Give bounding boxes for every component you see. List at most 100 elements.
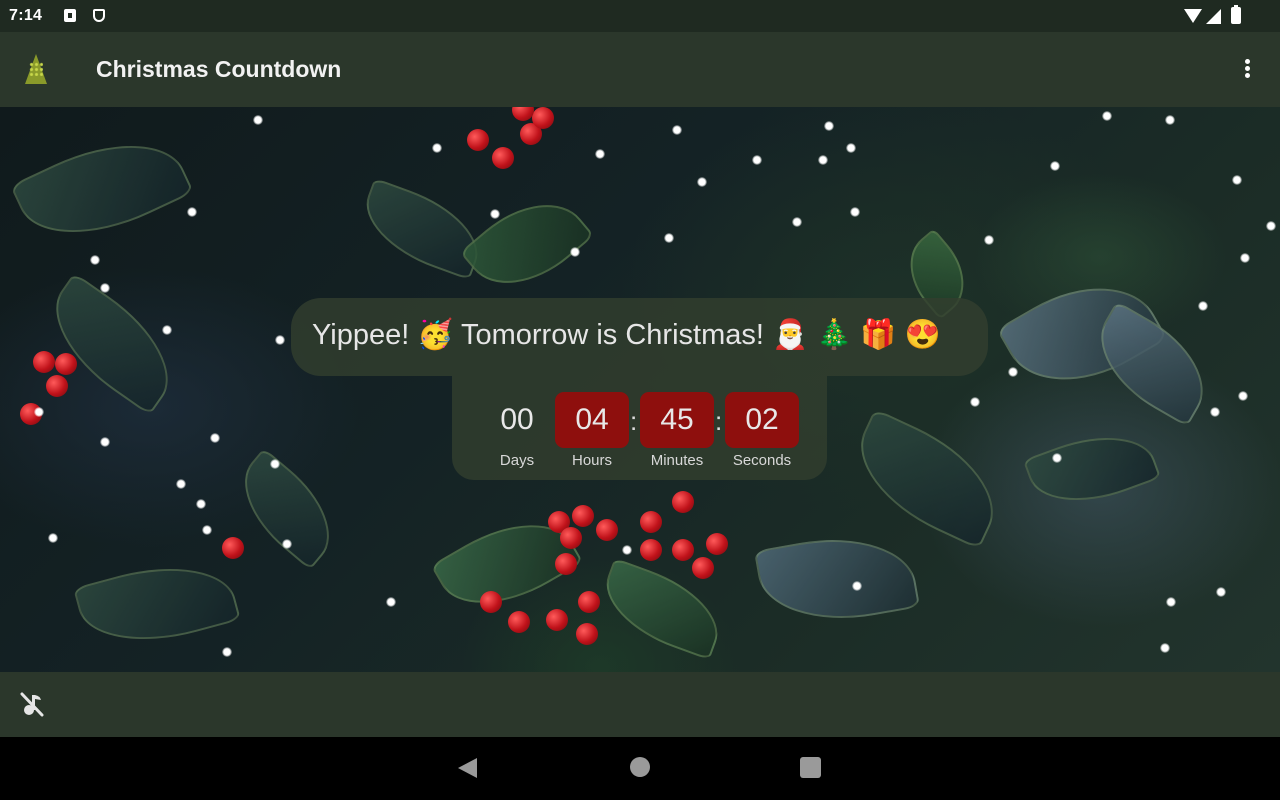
holly-berry [480, 591, 502, 613]
holly-leaf [459, 179, 595, 309]
holly-leaf [839, 408, 1015, 550]
snowflake [1165, 115, 1175, 125]
holly-berry [640, 539, 662, 561]
back-icon[interactable] [458, 758, 477, 778]
snowflake [222, 647, 232, 657]
snowflake [1166, 597, 1176, 607]
snowflake [852, 581, 862, 591]
holly-berry [672, 491, 694, 513]
snowflake [48, 533, 58, 543]
separator: : [715, 406, 723, 436]
snowflake [1232, 175, 1242, 185]
holly-berry [692, 557, 714, 579]
holly-leaf [9, 116, 195, 262]
separator: : [630, 406, 638, 436]
app-title: Christmas Countdown [96, 56, 342, 82]
snowflake [1160, 643, 1170, 653]
notification-a-icon [64, 9, 76, 22]
overflow-menu-icon [1245, 59, 1250, 64]
snowflake [984, 235, 994, 245]
message-banner: Yippee! 🥳 Tomorrow is Christmas! 🎅 🎄 🎁 😍 [291, 298, 988, 376]
snowflake [846, 143, 856, 153]
days-label: Days [499, 452, 535, 469]
snowflake [1240, 253, 1250, 263]
snowflake [1102, 111, 1112, 121]
holly-berry [572, 505, 594, 527]
signal-icon [1206, 9, 1221, 24]
holly-berry [546, 609, 568, 631]
holly-leaf [1022, 417, 1162, 521]
hours-label: Hours [571, 452, 612, 469]
snowflake [1050, 161, 1060, 171]
home-icon[interactable] [630, 757, 650, 777]
holly-berry [672, 539, 694, 561]
snowflake [622, 545, 632, 555]
bottom-bar [0, 672, 1280, 737]
snowflake [386, 597, 396, 607]
snowflake [792, 217, 802, 227]
holly-leaf [73, 548, 241, 660]
seconds-label: Seconds [732, 452, 792, 469]
holly-berry [492, 147, 514, 169]
holly-berry [576, 623, 598, 645]
holly-berry [560, 527, 582, 549]
snowflake [100, 437, 110, 447]
snowflake [1052, 453, 1062, 463]
holly-berry [578, 591, 600, 613]
snowflake [162, 325, 172, 335]
snowflake [697, 177, 707, 187]
holly-berry [512, 107, 534, 121]
status-bar: 7:14 [0, 0, 1280, 32]
snowflake [752, 155, 762, 165]
holly-berry [46, 375, 68, 397]
holly-berry [33, 351, 55, 373]
snowflake [664, 233, 674, 243]
snowflake [100, 283, 110, 293]
snowflake [187, 207, 197, 217]
snowflake [818, 155, 828, 165]
holly-berry [508, 611, 530, 633]
countdown-minutes: 45 Minutes [640, 392, 714, 469]
minutes-label: Minutes [650, 452, 704, 469]
countdown-hours: 04 Hours [555, 392, 629, 469]
battery-icon [1231, 5, 1241, 24]
snowflake [1266, 221, 1276, 231]
snowflake [672, 125, 682, 135]
snowflake [253, 115, 263, 125]
minutes-value: 45 [640, 392, 714, 448]
overflow-menu-button[interactable] [1236, 52, 1260, 86]
snowflake [34, 407, 44, 417]
snowflake [1210, 407, 1220, 417]
snowflake [1238, 391, 1248, 401]
holly-berry [640, 511, 662, 533]
snowflake [595, 149, 605, 159]
holly-berry [596, 519, 618, 541]
holly-berry [706, 533, 728, 555]
christmas-tree-icon [25, 54, 47, 84]
music-off-button[interactable] [18, 690, 46, 718]
snowflake [210, 433, 220, 443]
hours-value: 04 [555, 392, 629, 448]
seconds-value: 02 [725, 392, 799, 448]
holly-berry [555, 553, 577, 575]
snowflake [970, 397, 980, 407]
days-value: 00 [500, 403, 534, 436]
snowflake [176, 479, 186, 489]
shield-icon [93, 9, 105, 22]
snowflake [282, 539, 292, 549]
music-off-icon [20, 692, 44, 717]
snowflake [1216, 587, 1226, 597]
snowflake [490, 209, 500, 219]
snowflake [1008, 367, 1018, 377]
holly-berry [55, 353, 77, 375]
overflow-dot [1245, 73, 1250, 78]
snowflake [432, 143, 442, 153]
recent-apps-icon[interactable] [800, 757, 821, 778]
snowflake [824, 121, 834, 131]
app-bar: Christmas Countdown [0, 32, 1280, 107]
snowflake [270, 459, 280, 469]
holly-leaf [753, 524, 921, 634]
message-text: Yippee! 🥳 Tomorrow is Christmas! 🎅 🎄 🎁 😍 [312, 319, 941, 351]
snowflake [196, 499, 206, 509]
wifi-icon [1184, 9, 1202, 23]
